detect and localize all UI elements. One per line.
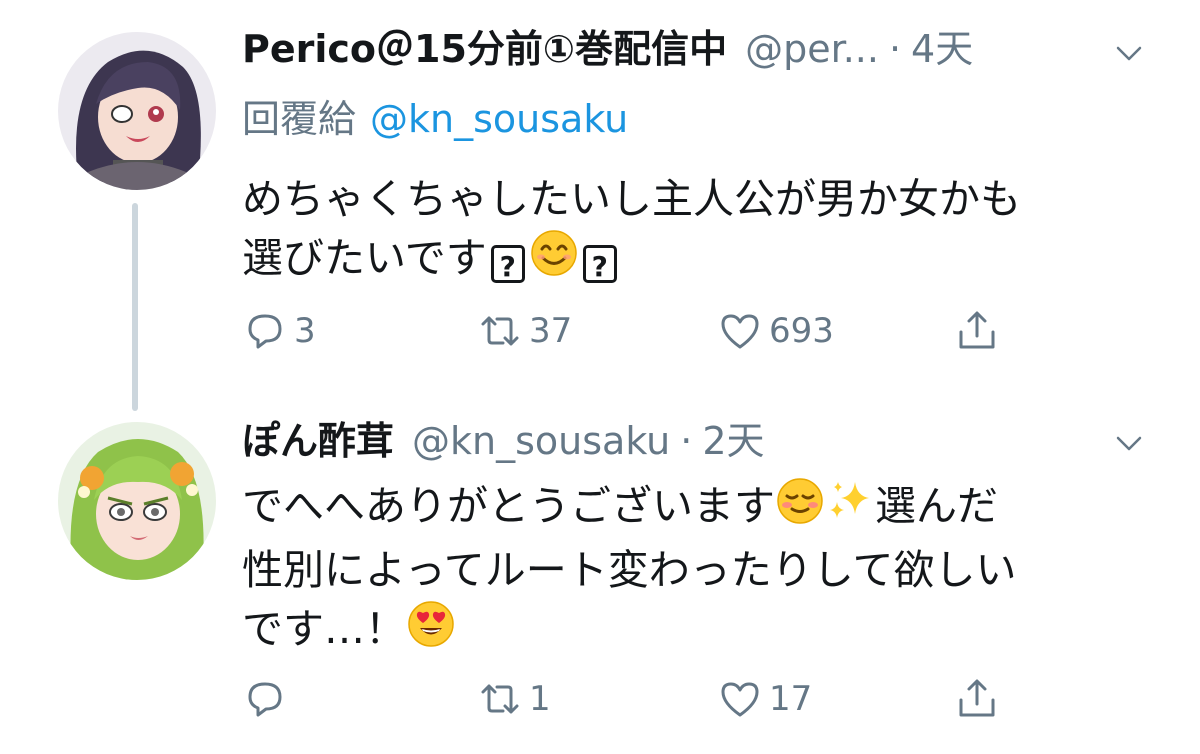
tweet-text-line: です…！ — [242, 599, 1162, 664]
tweet-text-line: 選びたいです?? — [242, 228, 1162, 293]
reply-context: 回覆給 @kn_sousaku — [242, 96, 628, 142]
retweet-count: 37 — [529, 311, 573, 351]
display-name[interactable]: ぽん酢茸 — [242, 418, 394, 464]
timestamp[interactable]: 2天 — [702, 418, 764, 464]
tweet-text: でへへありがとうございます 選んだ 性別によってルート変わったりして欲しい です…… — [242, 476, 1162, 664]
tweet-text-segment: 選びたいです — [242, 234, 487, 282]
tweet-header: ぽん酢茸 @kn_sousaku · 2天 — [242, 418, 765, 464]
reply-button[interactable]: 3 — [242, 306, 316, 356]
avatar-ponzutake[interactable] — [58, 422, 216, 580]
avatar-perico[interactable] — [58, 32, 216, 190]
reply-icon — [248, 682, 282, 717]
share-button[interactable] — [954, 674, 1000, 724]
smiling-face-icon — [529, 228, 579, 293]
retweet-button[interactable]: 1 — [477, 674, 551, 724]
reply-count: 3 — [294, 311, 316, 351]
reply-prefix: 回覆給 — [242, 97, 357, 141]
chevron-down-icon[interactable] — [1112, 36, 1146, 70]
tweet-text-segment: でへへありがとうございます — [242, 482, 775, 530]
heart-icon — [721, 314, 759, 349]
reply-button[interactable] — [242, 674, 294, 724]
tweet-actions: 3 37 693 — [242, 306, 1022, 356]
retweet-icon — [481, 316, 519, 346]
display-name[interactable]: Perico＠15分前①巻配信中 — [242, 26, 727, 72]
thread-connector-line — [132, 203, 138, 411]
like-button[interactable]: 17 — [717, 674, 812, 724]
retweet-icon — [481, 684, 519, 714]
share-button[interactable] — [954, 306, 1000, 356]
tweet-text-segment: 選んだ — [875, 482, 998, 530]
separator-dot: · — [680, 419, 693, 463]
share-icon — [959, 679, 995, 717]
missing-glyph-icon: ? — [582, 245, 617, 283]
reply-mention-link[interactable]: @kn_sousaku — [370, 97, 628, 141]
share-icon — [959, 311, 995, 349]
like-count: 17 — [769, 679, 813, 719]
retweet-count: 1 — [529, 679, 551, 719]
retweet-button[interactable]: 37 — [477, 306, 572, 356]
heart-icon — [721, 682, 759, 717]
tweet-actions: 1 17 — [242, 674, 1022, 724]
heart-eyes-face-icon — [406, 599, 456, 664]
user-handle[interactable]: @kn_sousaku — [412, 418, 670, 464]
user-handle[interactable]: @per... — [745, 26, 879, 72]
relieved-blush-face-icon — [775, 476, 825, 541]
like-button[interactable]: 693 — [717, 306, 834, 356]
timestamp[interactable]: 4天 — [911, 26, 973, 72]
tweet-text-line: でへへありがとうございます 選んだ — [242, 476, 1162, 541]
tweet-header: Perico＠15分前①巻配信中 @per... · 4天 — [242, 26, 973, 72]
separator-dot: · — [888, 27, 902, 71]
tweet-text-line: めちゃくちゃしたいし主人公が男か女かも — [242, 175, 1021, 223]
chevron-down-icon[interactable] — [1112, 426, 1146, 460]
missing-glyph-icon: ? — [490, 245, 525, 283]
tweet-text: めちゃくちゃしたいし主人公が男か女かも 選びたいです?? — [242, 170, 1162, 293]
reply-icon — [248, 314, 282, 349]
tweet-text-line: 性別によってルート変わったりして欲しい — [242, 546, 1017, 594]
sparkles-icon — [825, 476, 875, 541]
like-count: 693 — [769, 311, 834, 351]
tweet-perico[interactable]: Perico＠15分前①巻配信中 @per... · 4天 回覆給 @kn_sou… — [0, 0, 1200, 411]
tweet-text-segment: です…！ — [242, 605, 406, 653]
tweet-ponzutake[interactable]: ぽん酢茸 @kn_sousaku · 2天 でへへありがとうございます 選んだ 性… — [0, 400, 1200, 754]
